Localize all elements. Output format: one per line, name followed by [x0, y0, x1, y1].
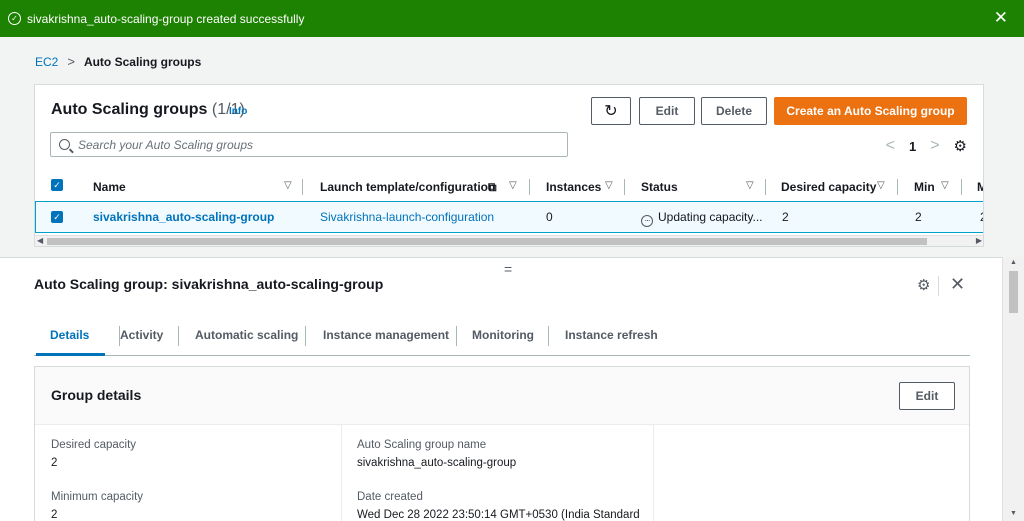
flash-message: sivakrishna_auto-scaling-group created s…: [27, 11, 305, 26]
column-desired-capacity[interactable]: Desired capacity: [781, 180, 876, 194]
column-min[interactable]: Min: [914, 180, 935, 194]
column-divider: [653, 425, 654, 521]
scroll-down-icon[interactable]: ▼: [1010, 510, 1017, 517]
check-circle-icon: ✓: [8, 12, 21, 25]
close-icon[interactable]: ✕: [994, 8, 1008, 28]
external-link-icon: ⧉: [488, 180, 497, 194]
table-row[interactable]: ✓ sivakrishna_auto-scaling-group Sivakri…: [35, 201, 983, 233]
column-separator: [624, 179, 625, 195]
tab-details[interactable]: Details: [50, 328, 89, 342]
select-all-checkbox[interactable]: ✓: [51, 179, 63, 191]
breadcrumb: EC2 > Auto Scaling groups: [35, 54, 201, 69]
split-panel-title: Auto Scaling group: sivakrishna_auto-sca…: [34, 276, 384, 292]
column-max[interactable]: M: [977, 180, 983, 194]
group-details-container: Group details Edit Desired capacity 2 Mi…: [34, 366, 970, 521]
column-separator: [765, 179, 766, 195]
close-icon[interactable]: ✕: [950, 274, 965, 295]
sort-icon[interactable]: ▽: [605, 180, 613, 191]
column-separator: [961, 179, 962, 195]
edit-group-details-button[interactable]: Edit: [899, 382, 955, 410]
desired-capacity-label: Desired capacity: [51, 439, 137, 451]
minimum-capacity-value: 2: [51, 509, 58, 521]
sort-icon[interactable]: ▽: [877, 180, 885, 191]
sort-icon[interactable]: ▽: [746, 180, 754, 191]
info-link[interactable]: Info: [229, 106, 247, 117]
row-launch-config-link[interactable]: Sivakrishna-launch-configuration: [320, 210, 494, 224]
row-instances: 0: [546, 210, 553, 224]
active-tab-indicator: [36, 353, 105, 356]
success-flash-banner: ✓ sivakrishna_auto-scaling-group created…: [0, 0, 1024, 37]
group-name-label: Auto Scaling group name: [357, 439, 487, 451]
scrollbar-thumb[interactable]: [47, 238, 927, 245]
column-instances[interactable]: Instances: [546, 180, 601, 194]
tab-activity[interactable]: Activity: [120, 328, 163, 342]
header-divider: [938, 276, 939, 296]
settings-gear-icon[interactable]: ⚙: [954, 137, 967, 155]
settings-gear-icon[interactable]: ⚙: [917, 276, 930, 294]
tab-separator: [456, 326, 457, 346]
scroll-left-icon[interactable]: ◀: [37, 236, 43, 245]
panel-title-text: Auto Scaling groups: [51, 101, 208, 118]
tab-separator: [548, 326, 549, 346]
column-launch-template[interactable]: Launch template/configuration: [320, 180, 495, 194]
refresh-button[interactable]: ↻: [591, 97, 631, 125]
column-separator: [529, 179, 530, 195]
scroll-up-icon[interactable]: ▲: [1010, 259, 1017, 266]
column-divider: [341, 425, 342, 521]
sort-icon[interactable]: ▽: [509, 180, 517, 191]
horizontal-scrollbar[interactable]: ◀ ▶: [35, 235, 983, 246]
table-header: ✓ Name ▽ Launch template/configuration ⧉…: [35, 173, 983, 199]
tab-separator: [178, 326, 179, 346]
scroll-right-icon[interactable]: ▶: [976, 236, 982, 245]
sort-icon[interactable]: ▽: [284, 180, 292, 191]
split-panel: = Auto Scaling group: sivakrishna_auto-s…: [0, 257, 1002, 521]
refresh-icon: ↻: [604, 103, 618, 120]
details-tabs: Details Activity Automatic scaling Insta…: [34, 322, 970, 356]
breadcrumb-ec2-link[interactable]: EC2: [35, 55, 58, 69]
search-placeholder: Search your Auto Scaling groups: [78, 137, 253, 152]
auto-scaling-groups-panel: Auto Scaling groups (1/1) Info ↻ Edit De…: [34, 84, 984, 247]
vertical-scrollbar[interactable]: ▲ ▼: [1002, 257, 1024, 521]
pagination-page[interactable]: 1: [909, 139, 916, 154]
tab-separator: [305, 326, 306, 346]
pagination: < 1 > ⚙: [886, 137, 967, 155]
column-status[interactable]: Status: [641, 180, 678, 194]
search-input[interactable]: Search your Auto Scaling groups: [50, 132, 568, 157]
edit-button[interactable]: Edit: [639, 97, 695, 125]
search-icon: [59, 139, 70, 150]
row-checkbox[interactable]: ✓: [51, 211, 63, 223]
group-details-header: Group details Edit: [35, 367, 969, 425]
delete-button[interactable]: Delete: [701, 97, 767, 125]
tab-instance-refresh[interactable]: Instance refresh: [565, 328, 658, 342]
date-created-label: Date created: [357, 491, 423, 503]
breadcrumb-current: Auto Scaling groups: [83, 54, 202, 69]
tab-automatic-scaling[interactable]: Automatic scaling: [195, 328, 298, 342]
group-name-value: sivakrishna_auto-scaling-group: [357, 457, 517, 469]
row-max: 2: [980, 210, 983, 224]
column-name[interactable]: Name: [93, 180, 126, 194]
pagination-next-icon[interactable]: >: [930, 137, 939, 155]
row-name-link[interactable]: sivakrishna_auto-scaling-group: [93, 210, 274, 224]
row-desired-capacity: 2: [782, 210, 789, 224]
breadcrumb-separator: >: [67, 54, 75, 69]
tab-monitoring[interactable]: Monitoring: [472, 328, 534, 342]
row-status: ··· Updating capacity...: [641, 210, 763, 227]
sort-icon[interactable]: ▽: [941, 180, 949, 191]
pagination-prev-icon[interactable]: <: [886, 137, 895, 155]
tab-instance-management[interactable]: Instance management: [323, 328, 449, 342]
panel-title: Auto Scaling groups (1/1): [51, 101, 245, 119]
minimum-capacity-label: Minimum capacity: [51, 491, 144, 503]
resize-handle[interactable]: =: [504, 261, 512, 277]
date-created-value: Wed Dec 28 2022 23:50:14 GMT+0530 (India…: [357, 509, 640, 521]
row-min: 2: [915, 210, 922, 224]
row-status-text: Updating capacity...: [658, 210, 763, 224]
desired-capacity-value: 2: [51, 457, 58, 469]
pending-icon: ···: [641, 214, 653, 227]
column-separator: [302, 179, 303, 195]
group-details-title: Group details: [51, 387, 142, 403]
create-auto-scaling-group-button[interactable]: Create an Auto Scaling group: [774, 97, 967, 125]
column-separator: [897, 179, 898, 195]
scrollbar-thumb[interactable]: [1009, 271, 1018, 313]
